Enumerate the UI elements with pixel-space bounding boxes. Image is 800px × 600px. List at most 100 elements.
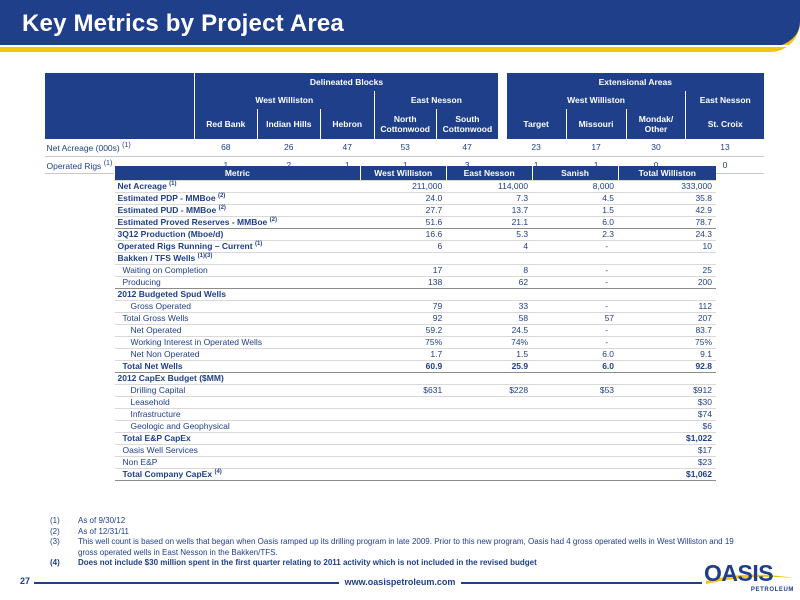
column-header: Target	[505, 109, 567, 139]
table-cell: 59.2	[360, 324, 447, 337]
table-cell: 27.7	[360, 204, 447, 217]
row-label: Estimated Proved Reserves - MMBoe (2)	[114, 216, 361, 229]
table-cell: -	[532, 300, 619, 313]
table-cell	[360, 456, 447, 469]
sub-header: East Nesson	[685, 91, 764, 109]
table-cell	[618, 252, 716, 265]
table-cell: 53	[374, 139, 437, 157]
table-cell	[360, 252, 447, 265]
table-cell: -	[532, 276, 619, 289]
table-cell: $17	[618, 444, 716, 457]
table-cell: 1.7	[360, 348, 447, 361]
table-cell: 10	[618, 240, 716, 253]
column-header: Missouri	[565, 109, 627, 139]
column-header: Red Bank	[193, 109, 258, 139]
table-cell: 211,000	[360, 180, 447, 193]
table-row: Leasehold $30	[114, 396, 716, 409]
table-cell: 78.7	[618, 216, 716, 229]
column-header: St. Croix	[685, 109, 764, 139]
table-cell: 51.6	[360, 216, 447, 229]
footer-url-wrap: www.oasispetroleum.com	[0, 577, 800, 587]
table-cell: 333,000	[618, 180, 716, 193]
table-cell: 33	[446, 300, 533, 313]
metrics-header-row: Metric West Williston East Nesson Sanish…	[114, 166, 716, 181]
footnote: (4) Does not include $30 million spent in…	[50, 558, 740, 569]
table-cell: 23	[506, 139, 567, 157]
table-cell	[446, 420, 533, 433]
row-label: Total Gross Wells	[114, 312, 361, 325]
column-header: East Nesson	[445, 166, 533, 181]
table-row: Waiting on Completion 17 8-25	[114, 264, 716, 277]
row-label: Net Acreage (1)	[114, 180, 361, 193]
table-row: Net Operated 59.2 24.5-83.7	[114, 324, 716, 337]
row-label: Leasehold	[114, 396, 361, 409]
row-label: Net Non Operated	[114, 348, 361, 361]
table-cell	[532, 372, 619, 385]
company-logo: OASIS PETROLEUM	[704, 560, 796, 596]
row-label: Net Acreage (000s) (1)	[44, 139, 195, 157]
table-cell: 47	[320, 139, 375, 157]
table-cell: 47	[436, 139, 499, 157]
footnote-text: As of 9/30/12	[78, 516, 126, 525]
table-cell: 112	[618, 300, 716, 313]
table-row: Producing 138 62-200	[114, 276, 716, 289]
table-cell: 17	[360, 264, 447, 277]
table-cell: 26	[257, 139, 321, 157]
table-cell	[360, 468, 447, 481]
row-label: Total Company CapEx (4)	[114, 468, 361, 481]
row-label: Estimated PDP - MMBoe (2)	[114, 192, 361, 205]
table-cell: 200	[618, 276, 716, 289]
footnote: (1) As of 9/30/12	[50, 516, 740, 527]
table-cell: 24.5	[446, 324, 533, 337]
title-bar: Key Metrics by Project Area	[0, 0, 800, 52]
table-cell	[446, 288, 533, 301]
column-header: North Cottonwood	[373, 109, 437, 139]
table-row: Total Gross Wells 92 58 57 207	[114, 312, 716, 325]
table-row: Estimated PDP - MMBoe (2) 24.0 7.3 4.5 35.8	[114, 192, 716, 205]
table-cell: 9.1	[618, 348, 716, 361]
table-cell: $1,022	[618, 432, 716, 445]
table-cell: 2.3	[532, 228, 619, 241]
website-link[interactable]: www.oasispetroleum.com	[338, 577, 462, 587]
footnote: (2) As of 12/31/11	[50, 527, 740, 538]
table-cell: 8,000	[532, 180, 619, 193]
row-label: Total E&P CapEx	[114, 432, 361, 445]
column-header: Total Williston	[617, 166, 716, 181]
page-title: Key Metrics by Project Area	[22, 10, 344, 37]
table-cell: 24.3	[618, 228, 716, 241]
row-label: Producing	[114, 276, 361, 289]
table-cell: 17	[566, 139, 627, 157]
table-row: Net Non Operated 1.7 1.5 6.0 9.1	[114, 348, 716, 361]
table-row: Oasis Well Services $17	[114, 444, 716, 457]
group-header-extensional: Extensional Areas	[505, 73, 764, 91]
table-row: Net Acreage (1) 211,000 114,000 8,000 333,00…	[114, 180, 716, 193]
table-cell	[446, 252, 533, 265]
group-separator	[498, 139, 507, 157]
table-row: Bakken / TFS Wells (1)(3)	[114, 252, 716, 265]
table-cell: 7.3	[446, 192, 533, 205]
table-cell: 6	[360, 240, 447, 253]
group-header-row: Delineated Blocks Extensional Areas	[44, 73, 764, 139]
table-row: Total E&P CapEx $1,022	[114, 432, 716, 445]
row-label: 3Q12 Production (Mboe/d)	[114, 228, 361, 241]
logo-wordmark: OASIS	[704, 560, 774, 586]
table-cell: 16.6	[360, 228, 447, 241]
table-cell: $23	[618, 456, 716, 469]
table-cell: 6.0	[532, 348, 619, 361]
row-label: Net Operated	[114, 324, 361, 337]
row-label: Non E&P	[114, 456, 361, 469]
footnote-text: Does not include $30 million spent in th…	[78, 558, 537, 567]
table-cell	[532, 432, 619, 445]
table-cell: -	[532, 264, 619, 277]
table-cell: 92	[360, 312, 447, 325]
table-cell	[446, 468, 533, 481]
column-header: Sanish	[531, 166, 619, 181]
table-cell	[532, 420, 619, 433]
row-label: Gross Operated	[114, 300, 361, 313]
row-label: Oasis Well Services	[114, 444, 361, 457]
table-cell: 13.7	[446, 204, 533, 217]
logo-subtitle: PETROLEUM	[750, 587, 794, 593]
row-label: Waiting on Completion	[114, 264, 361, 277]
table-cell: 6.0	[532, 216, 619, 229]
table-row: 2012 CapEx Budget ($MM)	[114, 372, 716, 385]
